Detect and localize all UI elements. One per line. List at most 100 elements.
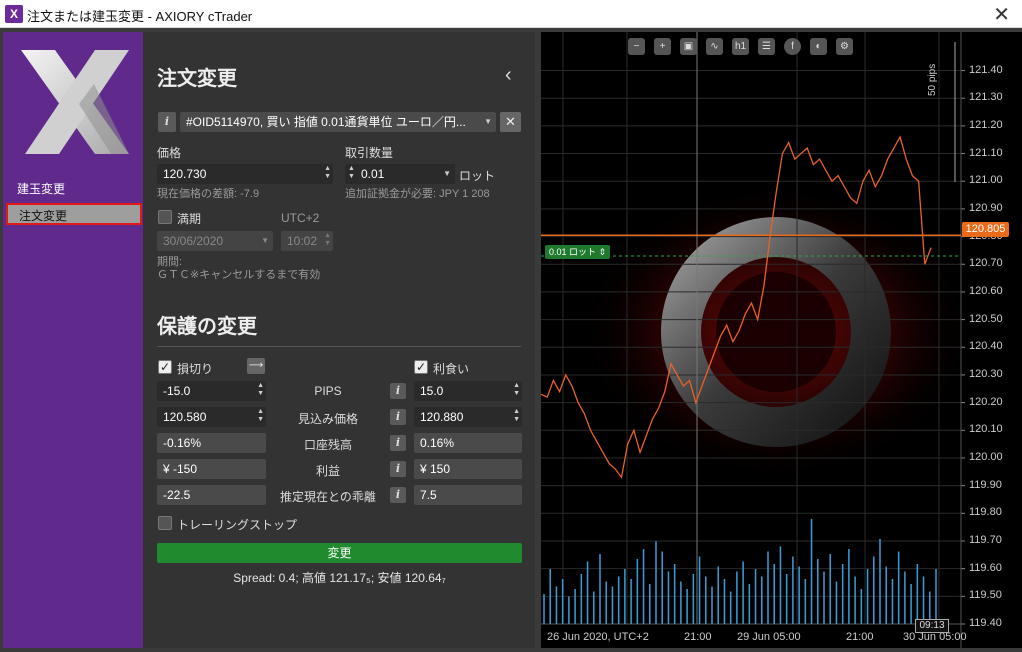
expiry-date-value: 30/06/2020 [163,234,224,248]
sidebar-item-position-edit[interactable]: 建玉変更 [6,178,142,200]
info-icon[interactable]: i [390,435,406,451]
info-icon[interactable]: i [390,487,406,503]
arrow-right-icon[interactable]: ⟶ [247,358,265,374]
tp-pips-input[interactable]: 15.0 ▲ ▼ [414,381,522,401]
expiry-date-field[interactable]: 30/06/2020 ▼ [157,231,273,251]
x-tick-label: 21:00 [846,631,874,643]
margin-note: 追加証拠金が必要: JPY 1 208 [345,188,490,200]
y-tick-label: 121.30 [969,91,1003,104]
timezone-label: UTC+2 [281,211,320,225]
tp-balance-value: 0.16% [420,436,455,450]
y-tick-label: 121.10 [969,146,1003,159]
sl-pips-input[interactable]: -15.0 ▲ ▼ [157,381,266,401]
facebook-icon[interactable]: f [784,38,801,55]
sl-price-value: 120.580 [163,410,207,424]
price-chart[interactable]: − + ▣ ∿ h1 ☰ f ◐ ⚙ 50 pips 121.40 121.30 1… [541,32,1009,648]
close-icon[interactable]: ✕ [993,2,1010,27]
y-tick-label: 119.70 [969,533,1002,546]
y-tick-label: 120.30 [969,367,1003,380]
settings-icon[interactable]: ⚙ [836,38,853,55]
share-icon[interactable]: ◐ [810,38,827,55]
time-stepper[interactable]: ▲ ▼ [324,232,331,248]
quantity-stepper[interactable]: ▲ ▼ [348,165,355,181]
price-input[interactable]: 120.730 ▲ ▼ [157,164,333,184]
price-stepper[interactable]: ▲ ▼ [324,165,331,181]
sl-pips-value: -15.0 [163,384,191,398]
window-title: 注文または建玉変更 - AXIORY cTrader [27,9,253,24]
modify-button[interactable]: 変更 [157,543,522,563]
indicator-icon[interactable]: ∿ [706,38,723,55]
y-tick-label: 120.50 [969,312,1003,325]
y-tick-label: 120.20 [969,395,1003,408]
expiry-checkbox[interactable] [158,210,172,224]
expiry-label: 満期 [177,212,202,226]
sl-pips-stepper[interactable]: ▲ ▼ [257,382,264,398]
zoom-out-icon[interactable]: − [628,38,645,55]
pips-label: 50 pips [927,63,938,96]
sl-distance-field[interactable]: -22.5 [157,485,266,505]
divider [157,346,521,347]
y-tick-label: 120.00 [969,450,1003,463]
y-tick-label: 119.40 [969,617,1002,629]
y-tick-label: 119.50 [969,589,1002,602]
info-icon[interactable]: i [390,461,406,477]
zoom-in-icon[interactable]: + [654,38,671,55]
drag-icon: ⇕ [598,247,607,257]
distance-label: 推定現在との乖離 [280,490,376,504]
collapse-icon[interactable]: ‹ [505,64,512,87]
tp-price-value: 120.880 [420,410,464,424]
clear-order-button[interactable]: ✕ [500,112,521,132]
chart-canvas[interactable] [541,32,1009,648]
info-icon[interactable]: i [158,112,176,132]
y-tick-label: 119.80 [969,506,1002,519]
take-profit-checkbox[interactable]: ✓ [414,360,428,374]
volume-bars [543,519,937,624]
tp-profit-field[interactable]: ¥ 150 [414,459,522,479]
sidebar-item-order-edit[interactable]: 注文変更 [6,203,142,225]
price-value: 120.730 [163,167,207,181]
tp-distance-field[interactable]: 7.5 [414,485,522,505]
page-title: 注文変更 [157,68,237,90]
order-lot-tag[interactable]: 0.01 ロット ⇕ [545,245,611,259]
tp-price-stepper[interactable]: ▲ ▼ [513,408,520,424]
info-icon[interactable]: i [390,409,406,425]
timeframe-button[interactable]: h1 [732,38,749,55]
quantity-value: 0.01 [361,167,385,181]
trailing-stop-checkbox[interactable] [158,516,172,530]
expiry-time-value: 10:02 [287,234,318,248]
sl-price-stepper[interactable]: ▲ ▼ [257,408,264,424]
tp-pips-stepper[interactable]: ▲ ▼ [513,382,520,398]
sl-balance-field[interactable]: -0.16% [157,433,266,453]
tp-price-input[interactable]: 120.880 ▲ ▼ [414,407,522,427]
profit-label: 利益 [315,464,340,478]
list-icon[interactable]: ☰ [758,38,775,55]
chevron-down-icon: ▼ [443,169,451,178]
chevron-down-icon: ▼ [261,236,269,245]
sl-price-input[interactable]: 120.580 ▲ ▼ [157,407,266,427]
protection-heading: 保護の変更 [157,316,257,338]
pips-row-label: PIPS [314,384,342,398]
take-profit-label: 利食い [433,362,470,376]
tp-balance-field[interactable]: 0.16% [414,433,522,453]
x-tick-label: 21:00 [684,631,712,643]
order-form: 注文変更 ‹ i #OID5114970, 買い 指値 0.01通貨単位 ユーロ… [143,32,535,648]
price-diff-text: 現在価格の差額: -7.9 [157,188,260,200]
info-icon[interactable]: i [390,383,406,399]
screenshot-icon[interactable]: ▣ [680,38,697,55]
stop-loss-label: 損切り [177,362,214,376]
sl-distance-value: -22.5 [163,488,191,502]
period-value: ＧＴＣ※キャンセルするまで有効 [157,269,321,281]
y-tick-label: 119.90 [969,478,1002,491]
order-select[interactable]: #OID5114970, 買い 指値 0.01通貨単位 ユーロ／円... ▼ [180,112,496,132]
expiry-time-field[interactable]: 10:02 ▲ ▼ [281,231,333,251]
order-lot-text: 0.01 ロット [549,247,597,257]
stop-loss-checkbox[interactable]: ✓ [158,360,172,374]
y-tick-label: 121.40 [969,63,1003,76]
y-tick-label: 120.90 [969,201,1003,214]
sl-profit-field[interactable]: ¥ -150 [157,459,266,479]
y-tick-label: 119.60 [969,561,1002,574]
y-tick-label: 120.70 [969,257,1003,270]
quantity-input[interactable]: ▲ ▼ 0.01 ▼ [345,164,455,184]
y-tick-label: 121.00 [969,174,1003,187]
x-tick-label: 29 Jun 05:00 [737,631,801,643]
